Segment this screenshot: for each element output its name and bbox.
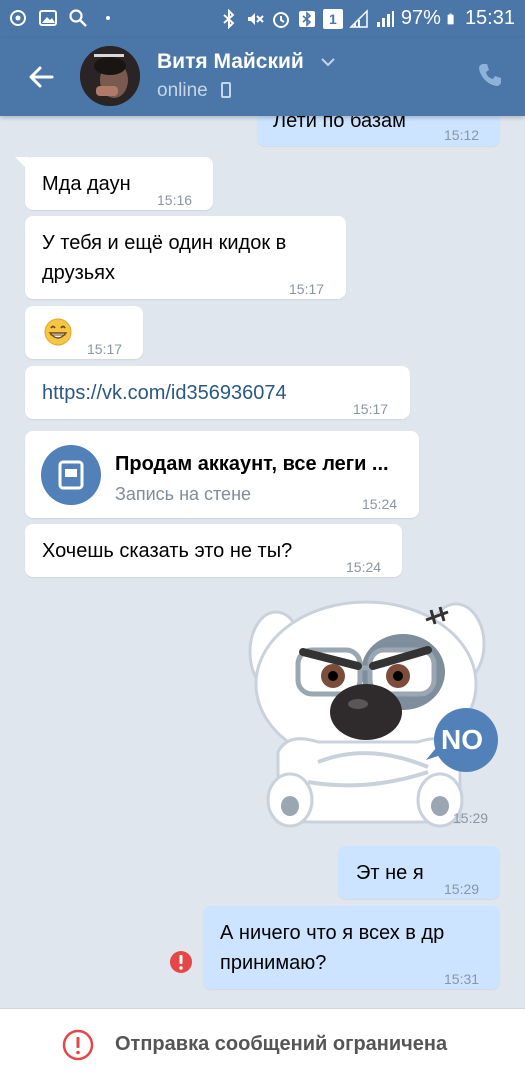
assistant-icon [10, 10, 26, 26]
back-arrow-icon[interactable] [26, 62, 56, 92]
avatar-image [80, 46, 140, 106]
warning-icon [62, 1029, 94, 1061]
gallery-icon [39, 10, 57, 26]
message-bubble-outgoing[interactable]: Эт не я 15:29 [338, 846, 500, 899]
message-time: 15:31 [444, 971, 480, 987]
message-text: Хочешь сказать это не ты? [42, 540, 293, 562]
status-bar: 1 97% 15:31 [0, 0, 525, 38]
avatar[interactable] [80, 46, 140, 106]
sticker-message[interactable]: NO 15:29 [248, 592, 498, 832]
search-icon [69, 9, 87, 27]
message-text-line-1: У тебя и ещё один кидок в [42, 232, 287, 254]
message-bubble-incoming[interactable]: Мда даун 15:16 [15, 157, 213, 210]
signal-strength-icon [376, 10, 394, 27]
alarm-icon [272, 11, 289, 28]
wall-post-title: Продам аккаунт, все леги ... [115, 453, 389, 475]
mute-icon [247, 12, 264, 25]
message-time: 15:17 [353, 401, 389, 417]
angry-dog-sticker-image [248, 600, 498, 828]
message-time: 15:24 [346, 559, 382, 575]
message-text-line-1: А ничего что я всех в др [220, 922, 445, 944]
bluetooth-box-icon [298, 10, 315, 27]
chat-header: Витя Майский online [0, 38, 525, 116]
message-bubble-incoming[interactable]: Продам аккаунт, все леги ... Запись на с… [25, 431, 419, 518]
message-time: 15:16 [157, 192, 193, 208]
sticker-no-text: NO [441, 724, 483, 755]
message-time: 15:17 [87, 341, 123, 357]
chevron-down-icon[interactable] [320, 54, 336, 70]
message-error-icon[interactable] [169, 950, 193, 974]
sim-icon: 1 [322, 8, 343, 29]
signal-icon [349, 8, 368, 28]
bubble-tail [15, 157, 29, 171]
message-time: 15:17 [289, 281, 325, 297]
battery-percent: 97% [400, 7, 441, 29]
clock: 15:31 [464, 7, 515, 29]
wall-post-subtitle: Запись на стене [115, 484, 252, 504]
mobile-online-icon [221, 82, 231, 98]
message-time: 15:12 [444, 127, 480, 143]
contact-name[interactable]: Витя Майский [157, 50, 304, 74]
message-list[interactable]: Лети по базам 15:12 Мда даун 15:16 У теб… [0, 116, 525, 1008]
message-bubble-incoming[interactable]: 15:17 [25, 306, 143, 359]
message-text: Лети по базам [273, 116, 406, 132]
profile-link[interactable]: https://vk.com/id356936074 [42, 378, 287, 408]
messaging-restricted-bar: Отправка сообщений ограничена [0, 1008, 525, 1080]
battery-icon [447, 13, 454, 24]
message-time: 15:29 [453, 810, 489, 826]
wall-post-icon [41, 445, 101, 505]
notification-dot-icon [106, 16, 110, 20]
message-text-line-2: принимаю? [220, 952, 327, 974]
message-text: Эт не я [356, 862, 424, 884]
message-text-line-2: друзьях [42, 262, 115, 284]
message-bubble-incoming[interactable]: https://vk.com/id356936074 15:17 [25, 366, 410, 419]
contact-status: online [157, 80, 208, 101]
phone-call-icon[interactable] [475, 60, 505, 90]
message-time: 15:29 [444, 881, 480, 897]
message-bubble-outgoing[interactable]: Лети по базам 15:12 [257, 116, 500, 146]
message-text: Мда даун [42, 173, 131, 195]
bluetooth-icon [223, 8, 235, 29]
message-bubble-incoming[interactable]: У тебя и ещё один кидок в друзьях 15:17 [25, 216, 346, 299]
restriction-notice: Отправка сообщений ограничена [115, 1033, 448, 1055]
grinning-face-emoji-icon [44, 318, 72, 346]
message-bubble-outgoing[interactable]: А ничего что я всех в др принимаю? 15:31 [203, 906, 500, 989]
message-bubble-incoming[interactable]: Хочешь сказать это не ты? 15:24 [25, 524, 402, 577]
message-time: 15:24 [362, 496, 398, 512]
